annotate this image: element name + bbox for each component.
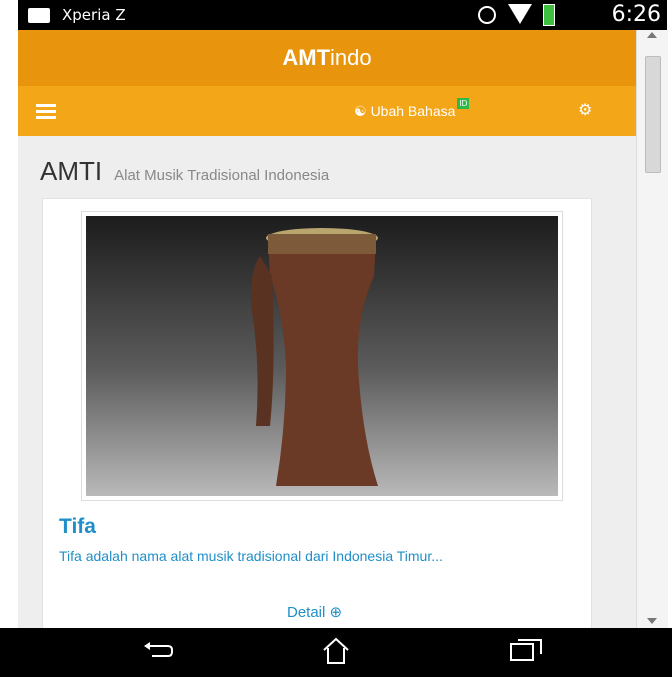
main-content: AMTI Alat Musik Tradisional Indonesia Ti… (18, 136, 636, 628)
briefcase-icon (28, 8, 50, 23)
app-title-bold: AMT (282, 45, 331, 70)
instrument-name[interactable]: Tifa (59, 515, 96, 539)
language-badge: ID (457, 97, 470, 109)
plus-circle-icon: ⊕ (329, 604, 343, 621)
tifa-drum-illustration (251, 228, 378, 486)
detail-link[interactable]: Detail ⊕ (287, 603, 342, 621)
globe-icon: ☯ (354, 102, 367, 119)
detail-label: Detail (287, 604, 326, 621)
status-bar: Xperia Z 6:26 (18, 0, 667, 30)
page-header: AMTI Alat Musik Tradisional Indonesia (40, 156, 329, 187)
home-icon[interactable] (320, 636, 352, 666)
scroll-down-arrow-icon[interactable] (647, 618, 657, 624)
change-language-label: Ubah Bahasa (370, 103, 456, 119)
scrollbar-thumb[interactable] (645, 56, 661, 173)
app-bar: AMTindo (18, 30, 636, 86)
instrument-image (86, 216, 558, 496)
android-nav-bar (0, 628, 672, 677)
instrument-description: Tifa adalah nama alat musik tradisional … (59, 548, 443, 564)
menu-icon[interactable] (36, 104, 56, 119)
recent-apps-icon[interactable] (508, 638, 544, 664)
wifi-icon (508, 4, 532, 24)
sync-icon (478, 6, 496, 24)
page-title: AMTI (40, 156, 103, 186)
carrier-name: Xperia Z (62, 6, 126, 24)
settings-icon[interactable]: ⚙ (578, 100, 592, 120)
back-icon[interactable] (142, 638, 174, 664)
scroll-up-arrow-icon[interactable] (647, 32, 657, 38)
status-time: 6:26 (611, 2, 661, 27)
app-title-rest: indo (330, 45, 372, 70)
instrument-card: Tifa Tifa adalah nama alat musik tradisi… (42, 198, 592, 628)
battery-icon (543, 4, 555, 26)
app-title: AMTindo (282, 45, 371, 71)
instrument-image-frame[interactable] (81, 211, 563, 501)
nav-bar: ☯ Ubah Bahasa ID ⚙ (18, 86, 636, 136)
page-subtitle: Alat Musik Tradisional Indonesia (114, 167, 330, 184)
change-language-button[interactable]: ☯ Ubah Bahasa ID (354, 97, 470, 122)
